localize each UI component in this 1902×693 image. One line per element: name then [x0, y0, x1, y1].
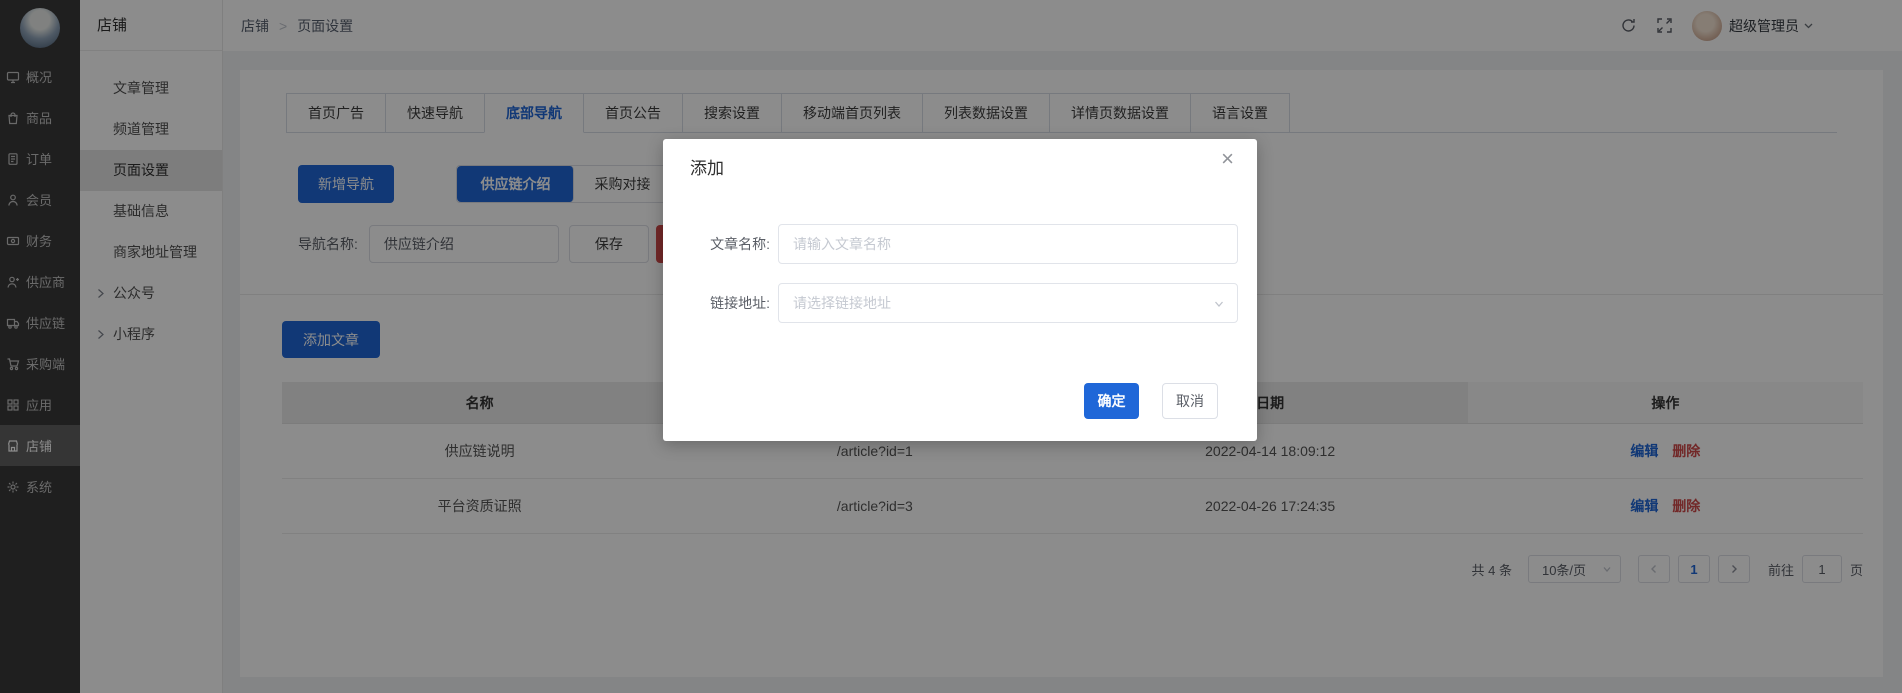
close-icon[interactable]: × [1215, 147, 1240, 171]
article-name-input[interactable] [778, 224, 1238, 264]
article-name-label: 文章名称: [663, 234, 770, 254]
article-name-row: 文章名称: [663, 224, 1257, 264]
link-address-row: 链接地址: [663, 283, 1257, 323]
dialog-title: 添加 [690, 154, 724, 179]
dialog-footer: 确定 取消 [1084, 383, 1218, 419]
cancel-button[interactable]: 取消 [1162, 383, 1218, 419]
confirm-button[interactable]: 确定 [1084, 383, 1139, 419]
link-address-select[interactable] [778, 283, 1238, 323]
chevron-down-icon [1213, 298, 1225, 310]
app-screen: 概况 商品 订单 会员 财务 供应商 [0, 0, 1902, 693]
link-address-label: 链接地址: [663, 293, 770, 313]
add-article-dialog: 添加 × 文章名称: 链接地址: 确定 取消 [663, 139, 1257, 441]
